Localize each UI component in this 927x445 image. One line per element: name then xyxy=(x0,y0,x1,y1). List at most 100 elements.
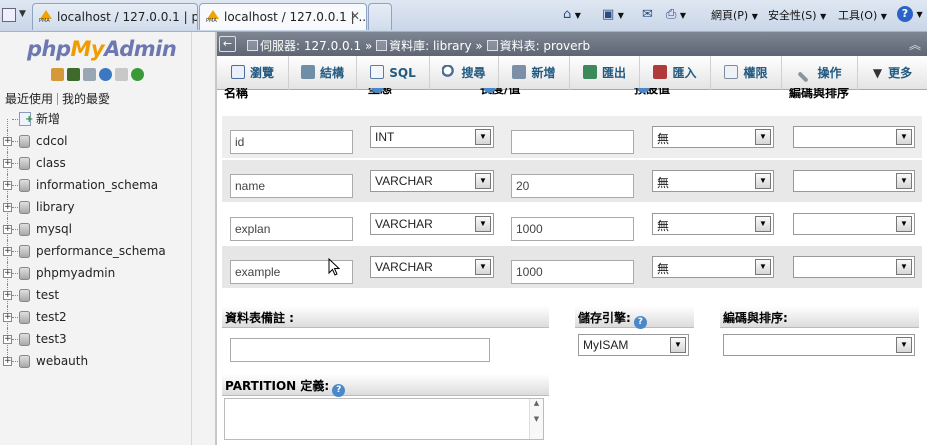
tab-import[interactable]: 匯入 xyxy=(640,56,711,90)
field-length-input[interactable]: 1000 xyxy=(511,260,634,284)
help-icon[interactable]: ? xyxy=(332,384,346,397)
home-icon[interactable] xyxy=(51,68,64,81)
collapse-nav-button[interactable]: ← xyxy=(219,36,236,52)
tab-browse[interactable]: 瀏覽 xyxy=(217,56,289,90)
database-name[interactable]: test xyxy=(36,284,59,306)
database-name[interactable]: information_schema xyxy=(36,174,158,196)
tab-insert[interactable]: 新增 xyxy=(499,56,570,90)
new-tab-button[interactable] xyxy=(368,3,392,30)
breadcrumb-table[interactable]: 資料表: proverb xyxy=(500,39,591,53)
database-name[interactable]: test2 xyxy=(36,306,67,328)
textarea-scrollbar[interactable]: ▲ ▼ xyxy=(529,399,543,439)
database-name[interactable]: phpmyadmin xyxy=(36,262,115,284)
help-button[interactable]: ? ▼ xyxy=(897,6,923,22)
database-name[interactable]: performance_schema xyxy=(36,240,166,262)
expand-plus-icon[interactable]: + xyxy=(3,247,12,256)
field-type-select[interactable]: VARCHAR ▼ xyxy=(370,256,494,278)
expand-plus-icon[interactable]: + xyxy=(3,291,12,300)
tree-new-database[interactable]: 新增 xyxy=(0,108,191,130)
reload-icon[interactable] xyxy=(131,68,144,81)
mail-button[interactable]: ✉ xyxy=(642,7,653,22)
tree-database-item[interactable]: + library xyxy=(0,196,191,218)
field-length-input[interactable]: 1000 xyxy=(511,217,634,241)
field-collation-select[interactable]: ▼ xyxy=(793,256,915,278)
database-name[interactable]: webauth xyxy=(36,350,88,372)
field-type-select[interactable]: VARCHAR ▼ xyxy=(370,213,494,235)
expand-plus-icon[interactable]: + xyxy=(3,181,12,190)
tab-operations[interactable]: 操作 xyxy=(782,56,858,90)
tree-database-item[interactable]: + test2 xyxy=(0,306,191,328)
sql-query-window-icon[interactable] xyxy=(67,68,80,81)
tree-database-item[interactable]: + webauth xyxy=(0,350,191,372)
tree-database-item[interactable]: + information_schema xyxy=(0,174,191,196)
database-name[interactable]: mysql xyxy=(36,218,72,240)
tab-favorites[interactable]: 我的最愛 xyxy=(62,92,110,106)
expand-plus-icon[interactable]: + xyxy=(3,269,12,278)
field-default-select[interactable]: 無 ▼ xyxy=(652,126,774,148)
tab-list-dropdown-icon[interactable]: ▼ xyxy=(19,9,26,19)
database-name[interactable]: cdcol xyxy=(36,130,68,152)
field-collation-select[interactable]: ▼ xyxy=(793,126,915,148)
expand-plus-icon[interactable]: + xyxy=(3,225,12,234)
tab-sql[interactable]: SQL xyxy=(357,56,430,90)
tree-database-item[interactable]: + test3 xyxy=(0,328,191,350)
field-name-input[interactable]: explan xyxy=(230,217,353,241)
collapse-top-icon[interactable]: ︽ xyxy=(909,36,921,53)
breadcrumb-server[interactable]: 伺服器: 127.0.0.1 xyxy=(260,39,361,53)
help-icon[interactable]: ? xyxy=(633,316,647,329)
browser-tab-2-active[interactable]: localhost / 127.0.0.1 | ... ✕ xyxy=(199,3,367,30)
field-default-select[interactable]: 無 ▼ xyxy=(652,256,774,278)
table-comment-input[interactable] xyxy=(230,338,490,362)
field-default-select[interactable]: 無 ▼ xyxy=(652,213,774,235)
expand-plus-icon[interactable]: + xyxy=(3,203,12,212)
tab-search[interactable]: 搜尋 xyxy=(430,56,499,90)
field-name-value: example xyxy=(235,265,281,279)
tree-database-item[interactable]: + class xyxy=(0,152,191,174)
feeds-button[interactable]: ▣ ▼ xyxy=(602,7,624,22)
phpmyadmin-logo[interactable]: phpMyAdmin xyxy=(27,37,177,61)
expand-plus-icon[interactable]: + xyxy=(3,313,12,322)
tree-database-item[interactable]: + test xyxy=(0,284,191,306)
home-button[interactable]: ⌂ ▼ xyxy=(563,7,581,22)
sql-docs-icon[interactable] xyxy=(115,68,128,81)
print-button[interactable]: ⎙ ▼ xyxy=(666,7,686,22)
quick-tabs-icon[interactable] xyxy=(2,8,16,22)
tab-privileges[interactable]: 權限 xyxy=(711,56,782,90)
field-collation-select[interactable]: ▼ xyxy=(793,170,915,192)
field-length-input[interactable] xyxy=(511,130,634,154)
tab-recent[interactable]: 最近使用 xyxy=(5,92,53,106)
tab-export[interactable]: 匯出 xyxy=(570,56,640,90)
page-menu-label: 網頁(P) xyxy=(711,9,749,22)
storage-engine-select[interactable]: MyISAM ▼ xyxy=(578,334,689,356)
expand-plus-icon[interactable]: + xyxy=(3,335,12,344)
safety-menu[interactable]: 安全性(S) ▼ xyxy=(768,7,826,23)
close-tab-icon[interactable]: ✕ xyxy=(350,9,360,23)
tree-database-item[interactable]: + cdcol xyxy=(0,130,191,152)
expand-plus-icon[interactable]: + xyxy=(3,357,12,366)
page-menu[interactable]: 網頁(P) ▼ xyxy=(711,7,758,23)
logout-icon[interactable] xyxy=(83,68,96,81)
field-length-input[interactable]: 20 xyxy=(511,174,634,198)
field-name-input[interactable]: id xyxy=(230,130,353,154)
expand-plus-icon[interactable]: + xyxy=(3,137,12,146)
tree-database-item[interactable]: + phpmyadmin xyxy=(0,262,191,284)
field-default-select[interactable]: 無 ▼ xyxy=(652,170,774,192)
field-type-select[interactable]: VARCHAR ▼ xyxy=(370,170,494,192)
tree-database-item[interactable]: + performance_schema xyxy=(0,240,191,262)
expand-plus-icon[interactable]: + xyxy=(3,159,12,168)
database-name[interactable]: library xyxy=(36,196,75,218)
documentation-icon[interactable] xyxy=(99,68,112,81)
tab-more[interactable]: ▼ 更多 xyxy=(858,56,927,90)
database-name[interactable]: test3 xyxy=(36,328,67,350)
table-collation-select[interactable]: ▼ xyxy=(723,334,915,356)
database-name[interactable]: class xyxy=(36,152,66,174)
tools-menu[interactable]: 工具(O) ▼ xyxy=(838,7,887,23)
tab-structure[interactable]: 結構 xyxy=(289,56,357,90)
breadcrumb-database[interactable]: 資料庫: library xyxy=(389,39,471,53)
field-collation-select[interactable]: ▼ xyxy=(793,213,915,235)
tree-database-item[interactable]: + mysql xyxy=(0,218,191,240)
field-type-select[interactable]: INT ▼ xyxy=(370,126,494,148)
browser-tab-1[interactable]: localhost / 127.0.0.1 | ph... xyxy=(32,3,198,30)
field-name-input[interactable]: name xyxy=(230,174,353,198)
partition-definition-textarea[interactable]: ▲ ▼ xyxy=(224,398,544,440)
